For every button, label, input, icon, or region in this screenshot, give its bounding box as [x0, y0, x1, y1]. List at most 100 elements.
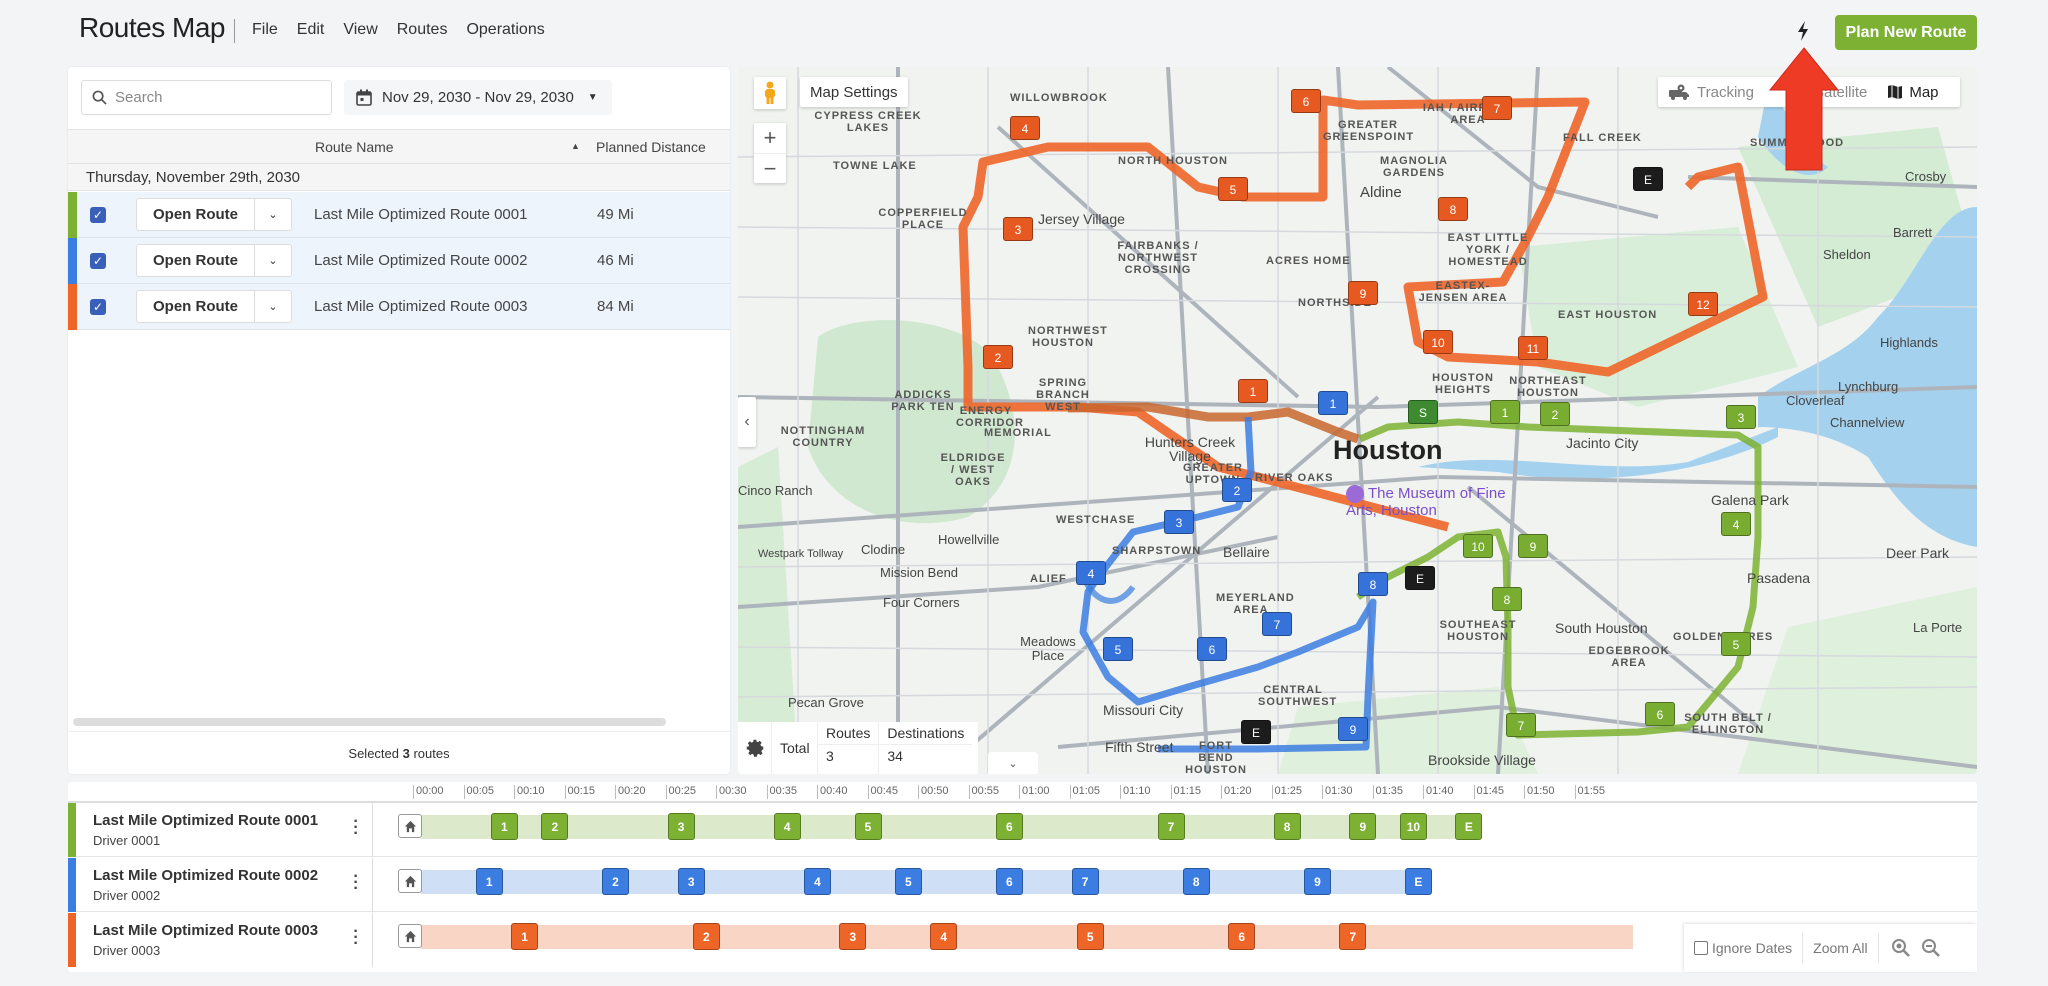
map-marker-route2[interactable]: 6 — [1197, 637, 1227, 661]
chevron-down-icon[interactable]: ⌄ — [988, 752, 1038, 774]
route-row[interactable]: ✓ Open Route ⌄ Last Mile Optimized Route… — [68, 192, 730, 238]
route-row[interactable]: ✓ Open Route ⌄ Last Mile Optimized Route… — [68, 284, 730, 330]
home-depot-icon[interactable] — [398, 869, 422, 893]
ignore-dates-checkbox[interactable]: Ignore Dates — [1684, 933, 1804, 963]
search-box[interactable] — [81, 80, 332, 115]
zoom-in-button[interactable]: + — [754, 123, 786, 153]
menu-operations[interactable]: Operations — [466, 21, 544, 39]
open-route-button[interactable]: Open Route — [136, 198, 254, 231]
map-marker-route1[interactable]: 2 — [1540, 402, 1570, 426]
street-view-pegman[interactable] — [754, 77, 786, 109]
timeline-stop[interactable]: E — [1404, 868, 1432, 895]
map-marker-route3[interactable]: 10 — [1423, 330, 1453, 354]
menu-file[interactable]: File — [252, 21, 278, 39]
map-marker-route3-end[interactable]: E — [1633, 167, 1663, 191]
column-route-name[interactable]: Route Name — [315, 139, 394, 155]
map-marker-route3[interactable]: 6 — [1291, 89, 1321, 113]
chevron-down-icon[interactable]: ⌄ — [254, 198, 292, 231]
map-marker-route2[interactable]: 3 — [1164, 510, 1194, 534]
timeline-stop[interactable]: 3 — [677, 868, 705, 895]
map-marker-route2[interactable]: 2 — [1222, 478, 1252, 502]
timeline-stop[interactable]: 1 — [475, 868, 503, 895]
map-marker-route2[interactable]: 1 — [1318, 391, 1348, 415]
map-marker-route1[interactable]: 9 — [1518, 534, 1548, 558]
map-marker-route3[interactable]: 2 — [983, 345, 1013, 369]
map-marker-route2[interactable]: 5 — [1103, 637, 1133, 661]
map-marker-route3[interactable]: 1 — [1238, 379, 1268, 403]
map-marker-route1-end[interactable]: E — [1405, 566, 1435, 590]
timeline-stop[interactable]: E — [1455, 813, 1483, 840]
route-row[interactable]: ✓ Open Route ⌄ Last Mile Optimized Route… — [68, 238, 730, 284]
route-checkbox[interactable]: ✓ — [90, 299, 106, 315]
horizontal-scrollbar[interactable] — [73, 718, 666, 726]
chevron-down-icon[interactable]: ⌄ — [254, 244, 292, 277]
timeline-stop[interactable]: 1 — [511, 923, 539, 950]
map-settings-button[interactable]: Map Settings — [800, 77, 908, 107]
timeline-stop[interactable]: 9 — [1303, 868, 1331, 895]
map-marker-route3[interactable]: 3 — [1003, 217, 1033, 241]
map-marker-route1[interactable]: 7 — [1506, 713, 1536, 737]
timeline-stop[interactable]: 5 — [1076, 923, 1104, 950]
home-depot-icon[interactable] — [398, 814, 422, 838]
chevron-down-icon[interactable]: ⌄ — [254, 290, 292, 323]
timeline-stop[interactable]: 8 — [1182, 868, 1210, 895]
map-marker-route3[interactable]: 8 — [1438, 197, 1468, 221]
collapse-panel-button[interactable]: ‹ — [738, 397, 756, 447]
route-checkbox[interactable]: ✓ — [90, 253, 106, 269]
more-options-icon[interactable]: · · · — [352, 869, 360, 897]
menu-edit[interactable]: Edit — [297, 21, 325, 39]
timeline-stop[interactable]: 5 — [854, 813, 882, 840]
column-planned-distance[interactable]: Planned Distance — [596, 139, 706, 155]
map-view[interactable]: WILLOWBROOK CYPRESS CREEK LAKES TOWNE LA… — [738, 67, 1977, 774]
map-marker-route1[interactable]: 10 — [1463, 534, 1493, 558]
date-range-picker[interactable]: Nov 29, 2030 - Nov 29, 2030 ▼ — [344, 80, 612, 115]
timeline-stop[interactable]: 6 — [1228, 923, 1256, 950]
map-marker-route3[interactable]: 7 — [1482, 96, 1512, 120]
gear-icon[interactable] — [738, 722, 772, 774]
map-marker-route3[interactable]: 11 — [1518, 336, 1548, 360]
map-marker-route1[interactable]: 5 — [1721, 632, 1751, 656]
timeline-stop[interactable]: 2 — [692, 923, 720, 950]
poi-label[interactable]: The Museum of Fine Arts, Houston — [1346, 485, 1511, 519]
timeline-stop[interactable]: 9 — [1349, 813, 1377, 840]
timeline-stop[interactable]: 3 — [839, 923, 867, 950]
menu-view[interactable]: View — [343, 21, 377, 39]
map-marker-route1[interactable]: 8 — [1492, 587, 1522, 611]
zoom-out-icon[interactable] — [1921, 938, 1941, 958]
sort-asc-icon[interactable]: ▲ — [571, 141, 580, 151]
map-marker-route2[interactable]: 7 — [1262, 612, 1292, 636]
map-marker-route2[interactable]: 9 — [1338, 717, 1368, 741]
map-marker-route2[interactable]: 8 — [1358, 572, 1388, 596]
timeline-stop[interactable]: 10 — [1399, 813, 1427, 840]
timeline-stop[interactable]: 4 — [804, 868, 831, 895]
zoom-in-icon[interactable] — [1891, 938, 1911, 958]
tracking-toggle[interactable]: Tracking — [1668, 84, 1754, 101]
timeline-stop[interactable]: 7 — [1339, 923, 1367, 950]
map-marker-route2[interactable]: 4 — [1076, 561, 1106, 585]
more-options-icon[interactable]: · · · — [352, 924, 360, 952]
map-marker-route1[interactable]: 4 — [1721, 512, 1751, 536]
home-depot-icon[interactable] — [398, 924, 422, 948]
timeline-stop[interactable]: 3 — [667, 813, 695, 840]
timeline-stop[interactable]: 6 — [995, 868, 1023, 895]
checkbox-box[interactable] — [1694, 941, 1708, 955]
lightning-bolt-icon[interactable] — [1795, 20, 1811, 42]
timeline-stop[interactable]: 6 — [995, 813, 1023, 840]
plan-new-route-button[interactable]: Plan New Route — [1835, 15, 1977, 50]
map-marker-route3[interactable]: 12 — [1688, 292, 1718, 316]
map-marker-route1-start[interactable]: S — [1408, 400, 1438, 424]
timeline-stop[interactable]: 2 — [602, 868, 629, 895]
search-input[interactable] — [115, 89, 305, 106]
timeline-stop[interactable]: 1 — [490, 813, 518, 840]
timeline-stop[interactable]: 2 — [541, 813, 569, 840]
map-marker-route1[interactable]: 3 — [1726, 405, 1756, 429]
more-options-icon[interactable]: · · · — [352, 814, 360, 842]
map-toggle[interactable]: Map — [1887, 84, 1939, 101]
timeline-stop[interactable]: 7 — [1071, 868, 1099, 895]
timeline-stop[interactable]: 4 — [930, 923, 958, 950]
map-marker-route3[interactable]: 5 — [1218, 177, 1248, 201]
zoom-out-button[interactable]: − — [754, 153, 786, 183]
open-route-button[interactable]: Open Route — [136, 290, 254, 323]
map-marker-route1[interactable]: 1 — [1490, 400, 1520, 424]
timeline-stop[interactable]: 5 — [894, 868, 922, 895]
